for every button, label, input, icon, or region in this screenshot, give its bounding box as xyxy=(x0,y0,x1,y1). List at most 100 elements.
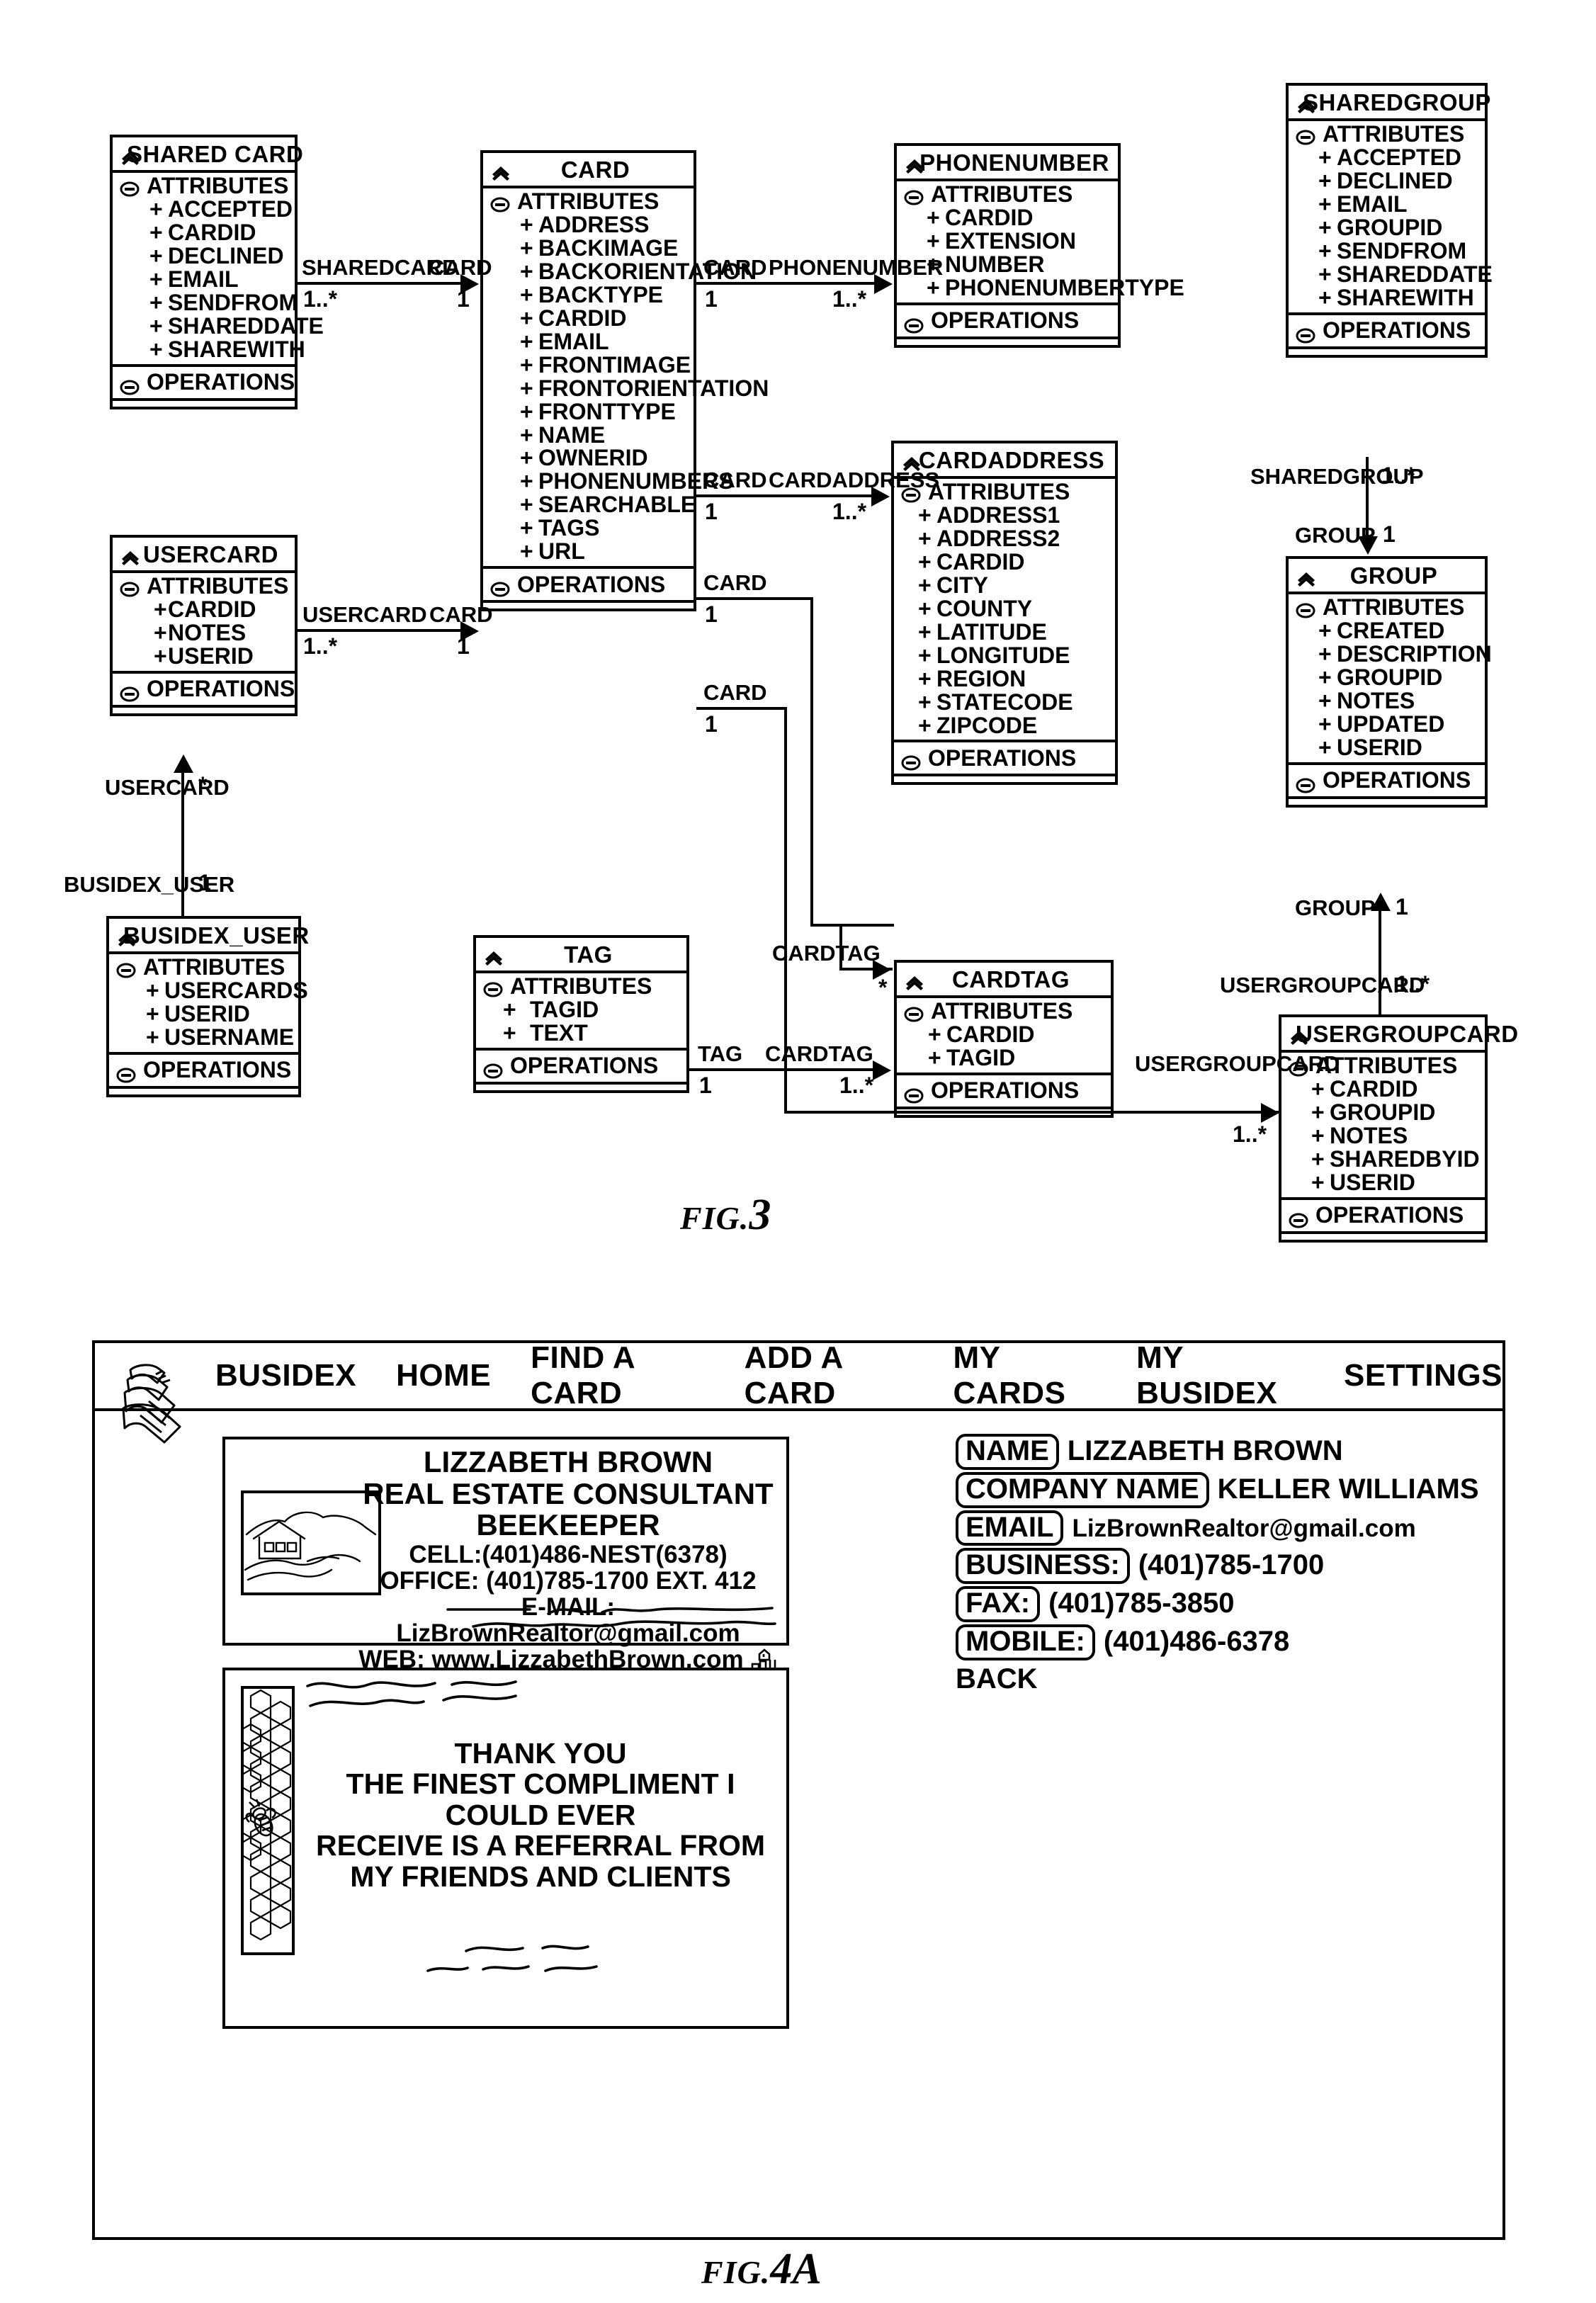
uml-attributes-header[interactable]: ATTRIBUTES xyxy=(897,183,1118,206)
uml-attribute: + TAGID xyxy=(928,1044,1016,1070)
detail-value-fax[interactable]: (401)785-3850 xyxy=(1048,1589,1234,1618)
uml-operations-header[interactable]: OPERATIONS xyxy=(894,740,1115,777)
minus-box-icon xyxy=(116,959,136,978)
uml-operations-header[interactable]: OPERATIONS xyxy=(897,302,1118,339)
nav-item-busidex[interactable]: BUSIDEX xyxy=(215,1358,356,1393)
relation-source-mult-tag: 1 xyxy=(699,1073,712,1098)
minus-box-icon xyxy=(490,577,510,597)
uml-class-phonenumber[interactable]: PHONENUMBER ATTRIBUTES + CARDID + EXTENSIO… xyxy=(894,143,1184,348)
uml-class-name: PHONENUMBER xyxy=(919,149,1109,176)
uml-attributes-header[interactable]: ATTRIBUTES xyxy=(1289,123,1485,146)
uml-class-title: USERGROUPCARD xyxy=(1281,1017,1518,1053)
uml-attribute: +CARDID xyxy=(928,1021,1035,1047)
uml-attributes-header[interactable]: ATTRIBUTES xyxy=(113,575,295,598)
uml-operations-header[interactable]: OPERATIONS xyxy=(113,670,295,708)
uml-attributes-section: ATTRIBUTES + CARDID + EXTENSION + NUMBER + P… xyxy=(897,181,1184,302)
fig4a-caption-word: FIG. xyxy=(701,2254,771,2290)
minus-box-icon xyxy=(904,1083,924,1104)
minus-box-icon xyxy=(483,978,503,997)
relation-label-cardtag-top: CARDTAG xyxy=(772,941,881,966)
uml-attribute: + LONGITUDE xyxy=(918,642,1070,668)
card-front-name: LIZZABETH BROWN xyxy=(423,1445,713,1478)
uml-operations-header[interactable]: OPERATIONS xyxy=(113,363,295,401)
relation-label-group-up: GROUP xyxy=(1295,895,1376,920)
minus-box-icon xyxy=(120,375,140,395)
uml-operations-label: OPERATIONS xyxy=(147,369,295,395)
uml-attribute: + DESCRIPTION xyxy=(1318,640,1492,667)
nav-item-my-busidex[interactable]: MY BUSIDEX xyxy=(1136,1340,1304,1411)
detail-value-mobile[interactable]: (401)486-6378 xyxy=(1104,1627,1289,1656)
uml-operations-label: OPERATIONS xyxy=(517,571,666,597)
uml-class-cardtag[interactable]: CARDTAG ATTRIBUTES + CARDID + TAGID OPERAT… xyxy=(894,960,1114,1118)
uml-attributes-header[interactable]: ATTRIBUTES xyxy=(1289,596,1485,619)
uml-operations-header[interactable]: OPERATIONS xyxy=(1289,312,1485,349)
uml-operations-header[interactable]: OPERATIONS xyxy=(109,1051,298,1089)
uml-operations-header[interactable]: OPERATIONS xyxy=(483,566,694,604)
uml-attribute: + BACKIMAGE xyxy=(520,234,679,261)
detail-label-business: BUSINESS: xyxy=(956,1548,1130,1585)
uml-attribute: + EXTENSION xyxy=(927,227,1076,254)
uml-attributes-header[interactable]: ATTRIBUTES xyxy=(109,956,298,979)
uml-attributes-section: ATTRIBUTES + TAGID + TEXT xyxy=(476,973,686,1048)
relation-source-mult-card-cardtag: 1 xyxy=(705,601,718,627)
card-front-cell: CELL:(401)486-NEST(6378) xyxy=(409,1540,728,1568)
fig3-caption-word: FIG. xyxy=(680,1200,749,1236)
relation-line-usercard-card xyxy=(298,629,462,632)
nav-item-home[interactable]: HOME xyxy=(396,1358,491,1393)
relation-line-ugc-group xyxy=(1379,910,1381,1017)
uml-attributes-header[interactable]: ATTRIBUTES xyxy=(897,1000,1111,1023)
card-back-text-block: THANK YOU THE FINEST COMPLIMENT I COULD … xyxy=(303,1738,778,1892)
uml-operations-header[interactable]: OPERATIONS xyxy=(1281,1196,1485,1234)
relation-label-usercard-up: USERCARD xyxy=(105,775,230,800)
detail-row-business: BUSINESS: (401)785-1700 xyxy=(956,1548,1466,1585)
uml-class-shared-card[interactable]: SHARED CARD ATTRIBUTES + ACCEPTED + CARDID… xyxy=(110,135,324,409)
uml-class-card[interactable]: CARD ATTRIBUTES + ADDRESS + BACKIMAGE + BAC… xyxy=(480,150,769,612)
uml-attributes-label: ATTRIBUTES xyxy=(147,573,289,599)
business-card-back[interactable]: THANK YOU THE FINEST COMPLIMENT I COULD … xyxy=(222,1668,789,2029)
detail-value-email[interactable]: LizBrownRealtor@gmail.com xyxy=(1072,1515,1415,1541)
uml-attribute: +CARDID xyxy=(520,305,627,331)
uml-attributes-header[interactable]: ATTRIBUTES xyxy=(476,975,686,998)
detail-value-business[interactable]: (401)785-1700 xyxy=(1138,1551,1324,1580)
uml-operations-header[interactable]: OPERATIONS xyxy=(897,1072,1111,1109)
relation-target-mult-phonenumber: 1..* xyxy=(832,286,867,312)
uml-attribute: +NOTES xyxy=(1318,687,1415,713)
minus-box-icon xyxy=(1289,1208,1308,1228)
nav-item-add-a-card[interactable]: ADD A CARD xyxy=(745,1340,914,1411)
uml-footer xyxy=(897,339,1118,345)
nav-item-settings[interactable]: SETTINGS xyxy=(1344,1358,1502,1393)
busidex-logo-icon[interactable] xyxy=(115,1359,196,1447)
uml-class-sharedgroup[interactable]: SHAREDGROUP ATTRIBUTES + ACCEPTED + DECLIN… xyxy=(1286,83,1493,358)
uml-attributes-header[interactable]: ATTRIBUTES xyxy=(483,190,694,213)
uml-operations-label: OPERATIONS xyxy=(931,1077,1080,1104)
uml-attribute: + NAME xyxy=(520,421,606,448)
detail-back-button[interactable]: BACK xyxy=(956,1663,1466,1695)
uml-class-usercard[interactable]: USERCARD ATTRIBUTES +CARDID +NOTES +USER… xyxy=(110,535,298,716)
chevron-up-icon xyxy=(490,160,511,181)
uml-class-tag[interactable]: TAG ATTRIBUTES + TAGID + TEXT OPERATIONS xyxy=(473,935,689,1093)
uml-attributes-section: ATTRIBUTES + CARDID + TAGID xyxy=(897,998,1111,1073)
uml-operations-header[interactable]: OPERATIONS xyxy=(1289,762,1485,799)
nav-item-my-cards[interactable]: MY CARDS xyxy=(953,1340,1097,1411)
uml-attributes-header[interactable]: ATTRIBUTES xyxy=(113,174,295,198)
relation-target-label-card: CARD xyxy=(429,255,492,280)
uml-attribute: + ADDRESS2 xyxy=(918,525,1060,551)
uml-attribute: + COUNTY xyxy=(918,595,1033,621)
uml-attributes-label: ATTRIBUTES xyxy=(928,479,1070,504)
uml-class-group[interactable]: GROUP ATTRIBUTES + CREATED + DESCRIPTION +… xyxy=(1286,556,1492,808)
uml-class-name: GROUP xyxy=(1349,562,1438,589)
uml-attribute: +NOTES xyxy=(154,619,247,645)
uml-operations-header[interactable]: OPERATIONS xyxy=(476,1047,686,1085)
uml-attribute: + TAGS xyxy=(520,515,600,541)
uml-class-title: USERCARD xyxy=(113,538,295,573)
uml-class-usergroupcard[interactable]: USERGROUPCARD ATTRIBUTES + CARDID + GROUPI… xyxy=(1279,1014,1518,1243)
busidex-app-window: BUSIDEX HOME FIND A CARD ADD A CARD MY C… xyxy=(92,1340,1505,2240)
uml-attribute: +CARDID xyxy=(154,596,256,622)
uml-operations-label: OPERATIONS xyxy=(143,1057,292,1083)
business-card-front[interactable]: LIZZABETH BROWN REAL ESTATE CONSULTANT B… xyxy=(222,1437,789,1673)
relation-arrow-busidexuser-usercard xyxy=(174,754,193,773)
relation-source-mult-usercard: 1..* xyxy=(303,633,338,659)
uml-class-busidex-user[interactable]: BUSIDEX_USER ATTRIBUTES + USERCARDS + USER… xyxy=(106,916,309,1097)
uml-attribute: +CARDID xyxy=(149,219,256,245)
nav-item-find-a-card[interactable]: FIND A CARD xyxy=(531,1340,705,1411)
